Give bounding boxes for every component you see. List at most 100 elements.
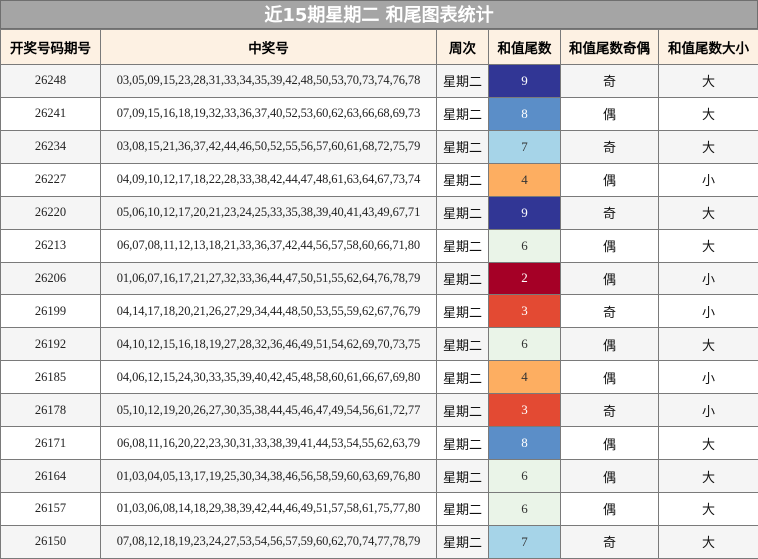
issue-cell: 26213 — [0, 228, 101, 263]
table-row: 26199 04,14,17,18,20,21,26,27,29,34,44,48… — [0, 294, 758, 329]
parity-cell: 奇 — [560, 129, 659, 164]
size-cell: 大 — [658, 426, 758, 461]
numbers-cell: 07,09,15,16,18,19,32,33,36,37,40,52,53,6… — [100, 96, 437, 131]
size-cell: 大 — [658, 524, 758, 559]
numbers-cell: 04,06,12,15,24,30,33,35,39,40,42,45,48,5… — [100, 360, 437, 395]
numbers-cell: 04,10,12,15,16,18,19,27,28,32,36,46,49,5… — [100, 327, 437, 362]
stats-page: 近15期星期二 和尾图表统计 开奖号码期号 中奖号 周次 和值尾数 和值尾数奇偶… — [0, 0, 758, 559]
page-title: 近15期星期二 和尾图表统计 — [0, 0, 758, 29]
issue-cell: 26220 — [0, 195, 101, 230]
table-row: 26248 03,05,09,15,23,28,31,33,34,35,39,42… — [0, 64, 758, 98]
issue-cell: 26234 — [0, 129, 101, 164]
tail-cell: 9 — [488, 195, 561, 230]
size-cell: 大 — [658, 129, 758, 164]
week-cell: 星期二 — [436, 491, 489, 526]
week-cell: 星期二 — [436, 195, 489, 230]
tail-cell: 8 — [488, 426, 561, 461]
tail-cell: 3 — [488, 393, 561, 428]
header-issue: 开奖号码期号 — [0, 29, 101, 65]
table-row: 26213 06,07,08,11,12,13,18,21,33,36,37,42… — [0, 228, 758, 263]
tail-cell: 8 — [488, 96, 561, 131]
size-cell: 小 — [658, 261, 758, 296]
parity-cell: 偶 — [560, 426, 659, 461]
table-row: 26220 05,06,10,12,17,20,21,23,24,25,33,35… — [0, 195, 758, 230]
header-parity: 和值尾数奇偶 — [560, 29, 659, 65]
numbers-cell: 03,08,15,21,36,37,42,44,46,50,52,55,56,5… — [100, 129, 437, 164]
numbers-cell: 01,03,04,05,13,17,19,25,30,34,38,46,56,5… — [100, 459, 437, 493]
table-row: 26178 05,10,12,19,20,26,27,30,35,38,44,45… — [0, 393, 758, 428]
tail-cell: 7 — [488, 129, 561, 164]
table-row: 26234 03,08,15,21,36,37,42,44,46,50,52,55… — [0, 129, 758, 164]
issue-cell: 26227 — [0, 162, 101, 197]
table-row: 26150 07,08,12,18,19,23,24,27,53,54,56,57… — [0, 524, 758, 559]
numbers-cell: 01,06,07,16,17,21,27,32,33,36,44,47,50,5… — [100, 261, 437, 296]
parity-cell: 奇 — [560, 294, 659, 329]
week-cell: 星期二 — [436, 360, 489, 395]
issue-cell: 26248 — [0, 64, 101, 98]
size-cell: 小 — [658, 294, 758, 329]
size-cell: 小 — [658, 360, 758, 395]
numbers-cell: 04,14,17,18,20,21,26,27,29,34,44,48,50,5… — [100, 294, 437, 329]
size-cell: 大 — [658, 491, 758, 526]
size-cell: 大 — [658, 228, 758, 263]
size-cell: 大 — [658, 459, 758, 493]
header-row: 开奖号码期号 中奖号 周次 和值尾数 和值尾数奇偶 和值尾数大小 — [0, 29, 758, 65]
numbers-cell: 07,08,12,18,19,23,24,27,53,54,56,57,59,6… — [100, 524, 437, 559]
issue-cell: 26199 — [0, 294, 101, 329]
tail-cell: 7 — [488, 524, 561, 559]
tail-stats-table: 开奖号码期号 中奖号 周次 和值尾数 和值尾数奇偶 和值尾数大小 26248 03… — [0, 29, 758, 559]
week-cell: 星期二 — [436, 294, 489, 329]
tail-cell: 9 — [488, 64, 561, 98]
issue-cell: 26150 — [0, 524, 101, 559]
header-numbers: 中奖号 — [100, 29, 437, 65]
numbers-cell: 05,10,12,19,20,26,27,30,35,38,44,45,46,4… — [100, 393, 437, 428]
size-cell: 小 — [658, 162, 758, 197]
tail-cell: 3 — [488, 294, 561, 329]
table-row: 26157 01,03,06,08,14,18,29,38,39,42,44,46… — [0, 491, 758, 526]
parity-cell: 奇 — [560, 64, 659, 98]
parity-cell: 偶 — [560, 162, 659, 197]
tail-cell: 6 — [488, 459, 561, 493]
header-week: 周次 — [436, 29, 489, 65]
week-cell: 星期二 — [436, 393, 489, 428]
tail-cell: 6 — [488, 491, 561, 526]
week-cell: 星期二 — [436, 261, 489, 296]
table-body: 26248 03,05,09,15,23,28,31,33,34,35,39,42… — [0, 64, 758, 559]
numbers-cell: 04,09,10,12,17,18,22,28,33,38,42,44,47,4… — [100, 162, 437, 197]
week-cell: 星期二 — [436, 228, 489, 263]
size-cell: 大 — [658, 96, 758, 131]
issue-cell: 26206 — [0, 261, 101, 296]
numbers-cell: 06,07,08,11,12,13,18,21,33,36,37,42,44,5… — [100, 228, 437, 263]
tail-cell: 4 — [488, 360, 561, 395]
numbers-cell: 03,05,09,15,23,28,31,33,34,35,39,42,48,5… — [100, 64, 437, 98]
parity-cell: 偶 — [560, 228, 659, 263]
week-cell: 星期二 — [436, 129, 489, 164]
week-cell: 星期二 — [436, 327, 489, 362]
issue-cell: 26164 — [0, 459, 101, 493]
numbers-cell: 06,08,11,16,20,22,23,30,31,33,38,39,41,4… — [100, 426, 437, 461]
parity-cell: 偶 — [560, 96, 659, 131]
parity-cell: 偶 — [560, 360, 659, 395]
week-cell: 星期二 — [436, 426, 489, 461]
table-row: 26164 01,03,04,05,13,17,19,25,30,34,38,46… — [0, 459, 758, 493]
issue-cell: 26241 — [0, 96, 101, 131]
table-row: 26206 01,06,07,16,17,21,27,32,33,36,44,47… — [0, 261, 758, 296]
numbers-cell: 01,03,06,08,14,18,29,38,39,42,44,46,49,5… — [100, 491, 437, 526]
parity-cell: 偶 — [560, 327, 659, 362]
header-size: 和值尾数大小 — [658, 29, 758, 65]
tail-cell: 6 — [488, 228, 561, 263]
issue-cell: 26192 — [0, 327, 101, 362]
issue-cell: 26171 — [0, 426, 101, 461]
table-row: 26185 04,06,12,15,24,30,33,35,39,40,42,45… — [0, 360, 758, 395]
parity-cell: 偶 — [560, 459, 659, 493]
issue-cell: 26185 — [0, 360, 101, 395]
week-cell: 星期二 — [436, 64, 489, 98]
table-row: 26227 04,09,10,12,17,18,22,28,33,38,42,44… — [0, 162, 758, 197]
week-cell: 星期二 — [436, 524, 489, 559]
week-cell: 星期二 — [436, 96, 489, 131]
numbers-cell: 05,06,10,12,17,20,21,23,24,25,33,35,38,3… — [100, 195, 437, 230]
size-cell: 小 — [658, 393, 758, 428]
issue-cell: 26178 — [0, 393, 101, 428]
size-cell: 大 — [658, 327, 758, 362]
table-row: 26192 04,10,12,15,16,18,19,27,28,32,36,46… — [0, 327, 758, 362]
